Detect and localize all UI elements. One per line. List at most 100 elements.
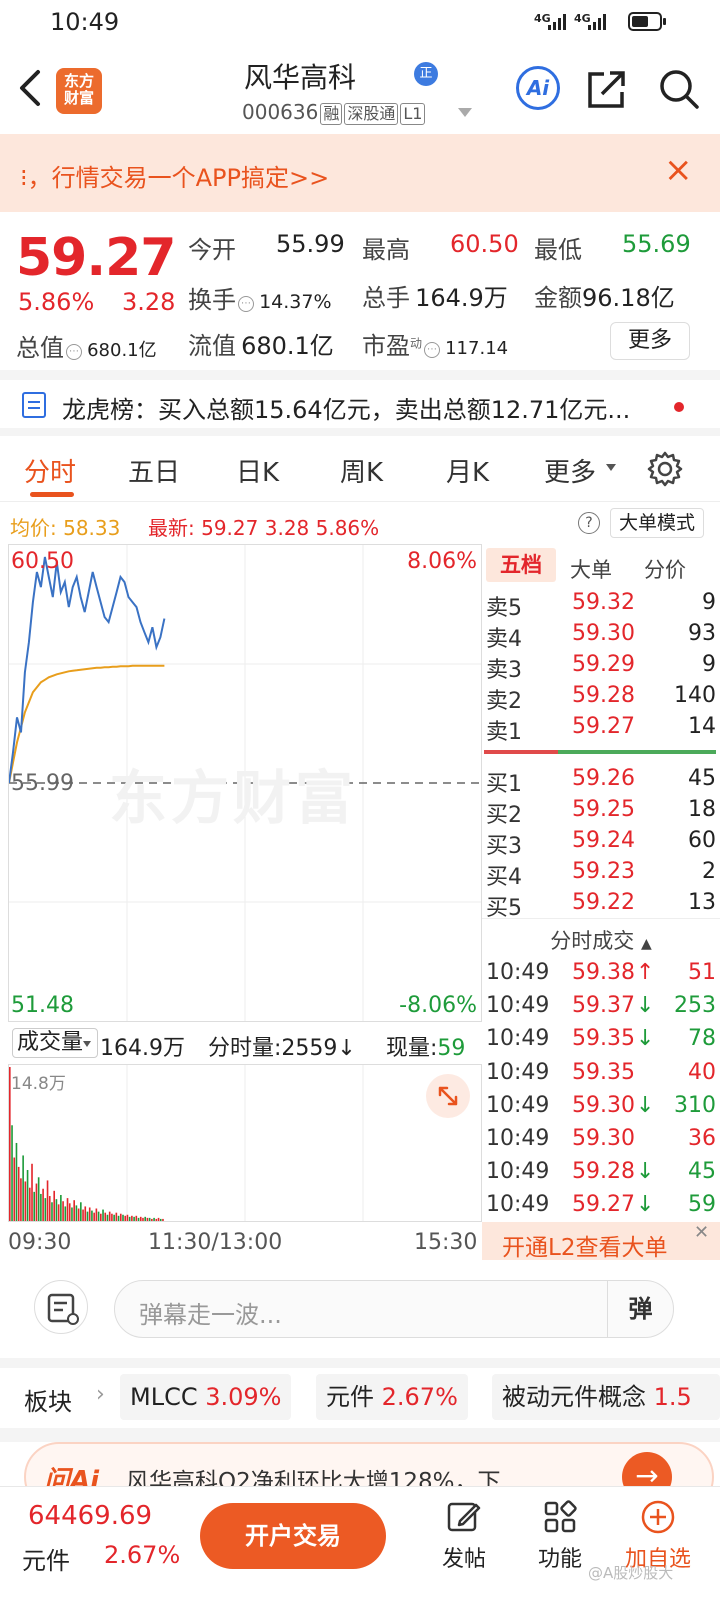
tab-price-distribution[interactable]: 分价 xyxy=(644,554,686,584)
settings-button[interactable] xyxy=(646,450,684,492)
volume-bar xyxy=(162,1218,164,1221)
volume-bar xyxy=(128,1216,131,1221)
volume-bar xyxy=(126,1214,129,1221)
high-label: 最高 xyxy=(362,236,410,264)
chart-bottom-price: 51.48 xyxy=(11,993,74,1018)
trades-header[interactable]: 分时成交 ▲ xyxy=(482,918,720,956)
intraday-chart[interactable]: 60.50 8.06% 55.99 51.48 -8.06% 东方财富 xyxy=(8,544,482,1022)
volume-bar xyxy=(124,1215,127,1221)
share-button[interactable] xyxy=(586,68,628,114)
volume-bar xyxy=(57,1204,60,1221)
tab-intraday[interactable]: 分时 xyxy=(24,452,76,489)
volume-bar xyxy=(86,1211,89,1221)
volume-bar xyxy=(46,1180,49,1221)
trade-volume: 78 xyxy=(688,1026,716,1052)
volume-bar xyxy=(13,1157,16,1221)
volume-bar xyxy=(133,1216,135,1221)
volume-bar xyxy=(15,1142,18,1221)
trade-volume: 253 xyxy=(674,993,716,1019)
avg-label: 均价: xyxy=(10,516,57,540)
app-logo[interactable]: 东方 财富 xyxy=(56,68,102,114)
trade-price: 59.35 xyxy=(572,1026,635,1052)
more-button[interactable]: 更多 xyxy=(610,322,690,360)
trade-volume: 36 xyxy=(688,1126,716,1151)
trade-direction-icon: ↓ xyxy=(636,1192,655,1218)
bid-row: 买3 59.24 60 xyxy=(482,828,720,860)
signal-icon-1 xyxy=(548,14,568,30)
info-icon[interactable]: ⋯ xyxy=(238,295,254,312)
order-book: 五档 大单 分价 卖5 59.32 9 卖4 59.30 93 卖3 59.29 9 卖2 5… xyxy=(482,544,720,1258)
volume-bar xyxy=(55,1199,58,1221)
info-icon[interactable]: ⋯ xyxy=(66,343,82,360)
tab-more[interactable]: 更多 xyxy=(544,452,596,489)
caret-down-icon[interactable] xyxy=(458,108,472,117)
volume-label: 总手 xyxy=(362,284,410,312)
logo-text-1: 东方 xyxy=(63,72,94,90)
big-order-mode-button[interactable]: 大单模式 xyxy=(610,508,704,538)
help-icon[interactable]: ? xyxy=(578,512,600,534)
trade-volume: 310 xyxy=(674,1092,716,1118)
ask-label: 卖2 xyxy=(486,689,522,714)
chevron-right-icon[interactable]: › xyxy=(96,1382,105,1407)
volume-bar xyxy=(53,1190,56,1221)
l2-upgrade-banner[interactable]: 开通L2查看大单 ✕ xyxy=(482,1222,720,1261)
volume-bar xyxy=(153,1217,155,1221)
volume-bar xyxy=(95,1208,98,1221)
sector-chip-passive[interactable]: 被动元件概念 1.5 xyxy=(492,1374,720,1420)
sector-chip-components[interactable]: 元件 2.67% xyxy=(316,1374,468,1420)
tab-monthly-k[interactable]: 月K xyxy=(446,452,489,489)
close-icon[interactable]: ✕ xyxy=(694,1222,714,1243)
nav-post[interactable]: 发帖 xyxy=(424,1499,504,1573)
open-label: 今开 xyxy=(188,236,236,264)
danmaku-toggle-button[interactable]: 弹 xyxy=(607,1281,673,1337)
volume-bar xyxy=(24,1181,27,1221)
divider xyxy=(0,428,720,436)
volume-bar xyxy=(48,1196,51,1221)
trade-price: 59.35 xyxy=(572,1059,635,1085)
ask-price: 59.32 xyxy=(572,590,635,615)
tab-five-day[interactable]: 五日 xyxy=(128,452,180,489)
expand-button[interactable] xyxy=(426,1074,470,1118)
volume-header: 成交量 164.9万 分时量:2559↓ 现量:59 xyxy=(8,1024,482,1062)
trade-row: 10:49 59.35 ↓ 78 xyxy=(482,1026,720,1059)
arrow-down-icon: ↓ xyxy=(337,1036,356,1061)
ai-button[interactable]: Ai xyxy=(516,66,560,110)
trade-row: 10:49 59.38 ↑ 51 xyxy=(482,960,720,993)
trade-row: 10:49 59.30 36 xyxy=(482,1126,720,1159)
ask-row: 卖3 59.29 9 xyxy=(482,652,720,684)
ask-price: 59.30 xyxy=(572,621,635,646)
current-volume-label: 现量: xyxy=(386,1036,438,1061)
tab-level5[interactable]: 五档 xyxy=(486,548,556,582)
sector-index-name: 元件 xyxy=(22,1547,70,1575)
search-button[interactable] xyxy=(658,68,700,114)
volume-bar xyxy=(91,1210,93,1221)
comment-bar: 弹幕走一波... 弹 xyxy=(0,1262,720,1358)
volume-chart[interactable]: 14.8万 xyxy=(8,1064,482,1222)
sector-label[interactable]: 板块 xyxy=(24,1382,72,1417)
volume-bar xyxy=(111,1213,113,1221)
open-account-trade-button[interactable]: 开户交易 xyxy=(200,1503,386,1569)
back-button[interactable] xyxy=(16,68,46,108)
comment-list-button[interactable] xyxy=(34,1280,88,1334)
sector-index-value[interactable]: 64469.69 xyxy=(28,1501,152,1531)
close-icon[interactable]: × xyxy=(664,152,693,188)
stock-code-row[interactable]: 000636 融深股通 L1 xyxy=(242,100,426,125)
l2-upgrade-text: 开通L2查看大单 xyxy=(502,1235,668,1261)
sector-chip-mlcc[interactable]: MLCC 3.09% xyxy=(120,1374,292,1420)
dragon-tiger-bar[interactable]: 龙虎榜：买入总额15.64亿元，卖出总额12.71亿元... xyxy=(0,378,720,434)
tab-big-orders[interactable]: 大单 xyxy=(570,554,612,584)
source-watermark: @A股炒股大 xyxy=(588,1564,674,1582)
trade-price: 59.37 xyxy=(572,993,635,1019)
pe-field: 市盈动 ⋯ 117.14 xyxy=(362,326,508,361)
tab-daily-k[interactable]: 日K xyxy=(236,452,279,489)
stock-code: 000636 xyxy=(242,100,319,124)
danmaku-input[interactable]: 弹幕走一波... 弹 xyxy=(114,1280,674,1338)
status-bar: 10:49 4G 4G xyxy=(0,0,720,44)
volume-bar xyxy=(115,1212,118,1221)
tab-weekly-k[interactable]: 周K xyxy=(340,452,383,489)
volume-bar xyxy=(122,1214,124,1221)
promo-banner[interactable]: ⁝，行情交易一个APP搞定>> × xyxy=(0,134,720,212)
info-icon[interactable]: ⋯ xyxy=(424,341,441,358)
indicator-selector[interactable]: 成交量 xyxy=(12,1028,98,1058)
divider xyxy=(0,1358,720,1368)
